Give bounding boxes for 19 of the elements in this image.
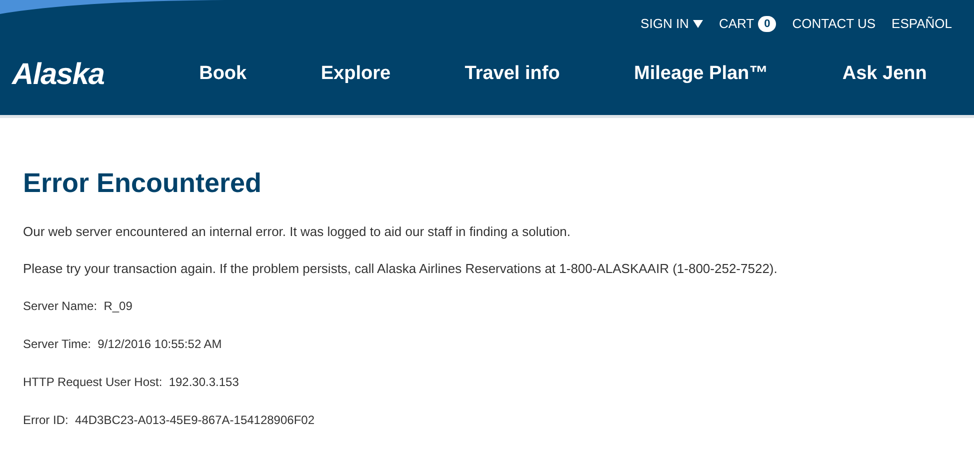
page-title: Error Encountered	[23, 167, 263, 200]
cart-link[interactable]: CART 0	[718, 14, 776, 34]
detail-text: Error ID: 44D3BC23-A013-45E9-867A-154128906F02	[23, 412, 316, 428]
message-text: Please try your transaction again. If the problem persists, call Alaska Airlines Reservations at 1-800-ALASKAAIR (1-800-252-7522).	[23, 260, 778, 278]
logo[interactable]: Alaska	[12, 52, 162, 96]
nav-link[interactable]: Explore	[320, 60, 391, 88]
detail-text: HTTP Request User Host: 192.30.3.153	[23, 374, 240, 390]
detail-text: Server Time: 9/12/2016 10:55:52 AM	[23, 336, 223, 352]
nav-link[interactable]: Travel info	[464, 60, 560, 88]
nav-link[interactable]: Ask Jenn	[842, 60, 927, 88]
nav-link[interactable]: Book	[199, 60, 247, 88]
header-link[interactable]: ESPAÑOL	[892, 14, 952, 34]
message-text: Our web server encountered an internal error. It was logged to aid our staff in finding a solution.	[23, 222, 572, 241]
cart-count: 0	[758, 16, 776, 32]
sign-in-menu[interactable]: SIGN IN	[640, 14, 703, 34]
detail-text: Server Name: R_09	[23, 298, 134, 314]
caret-icon	[692, 20, 703, 28]
header-link[interactable]: CONTACT US	[792, 14, 876, 34]
nav-link[interactable]: Mileage Plan™	[634, 60, 768, 88]
